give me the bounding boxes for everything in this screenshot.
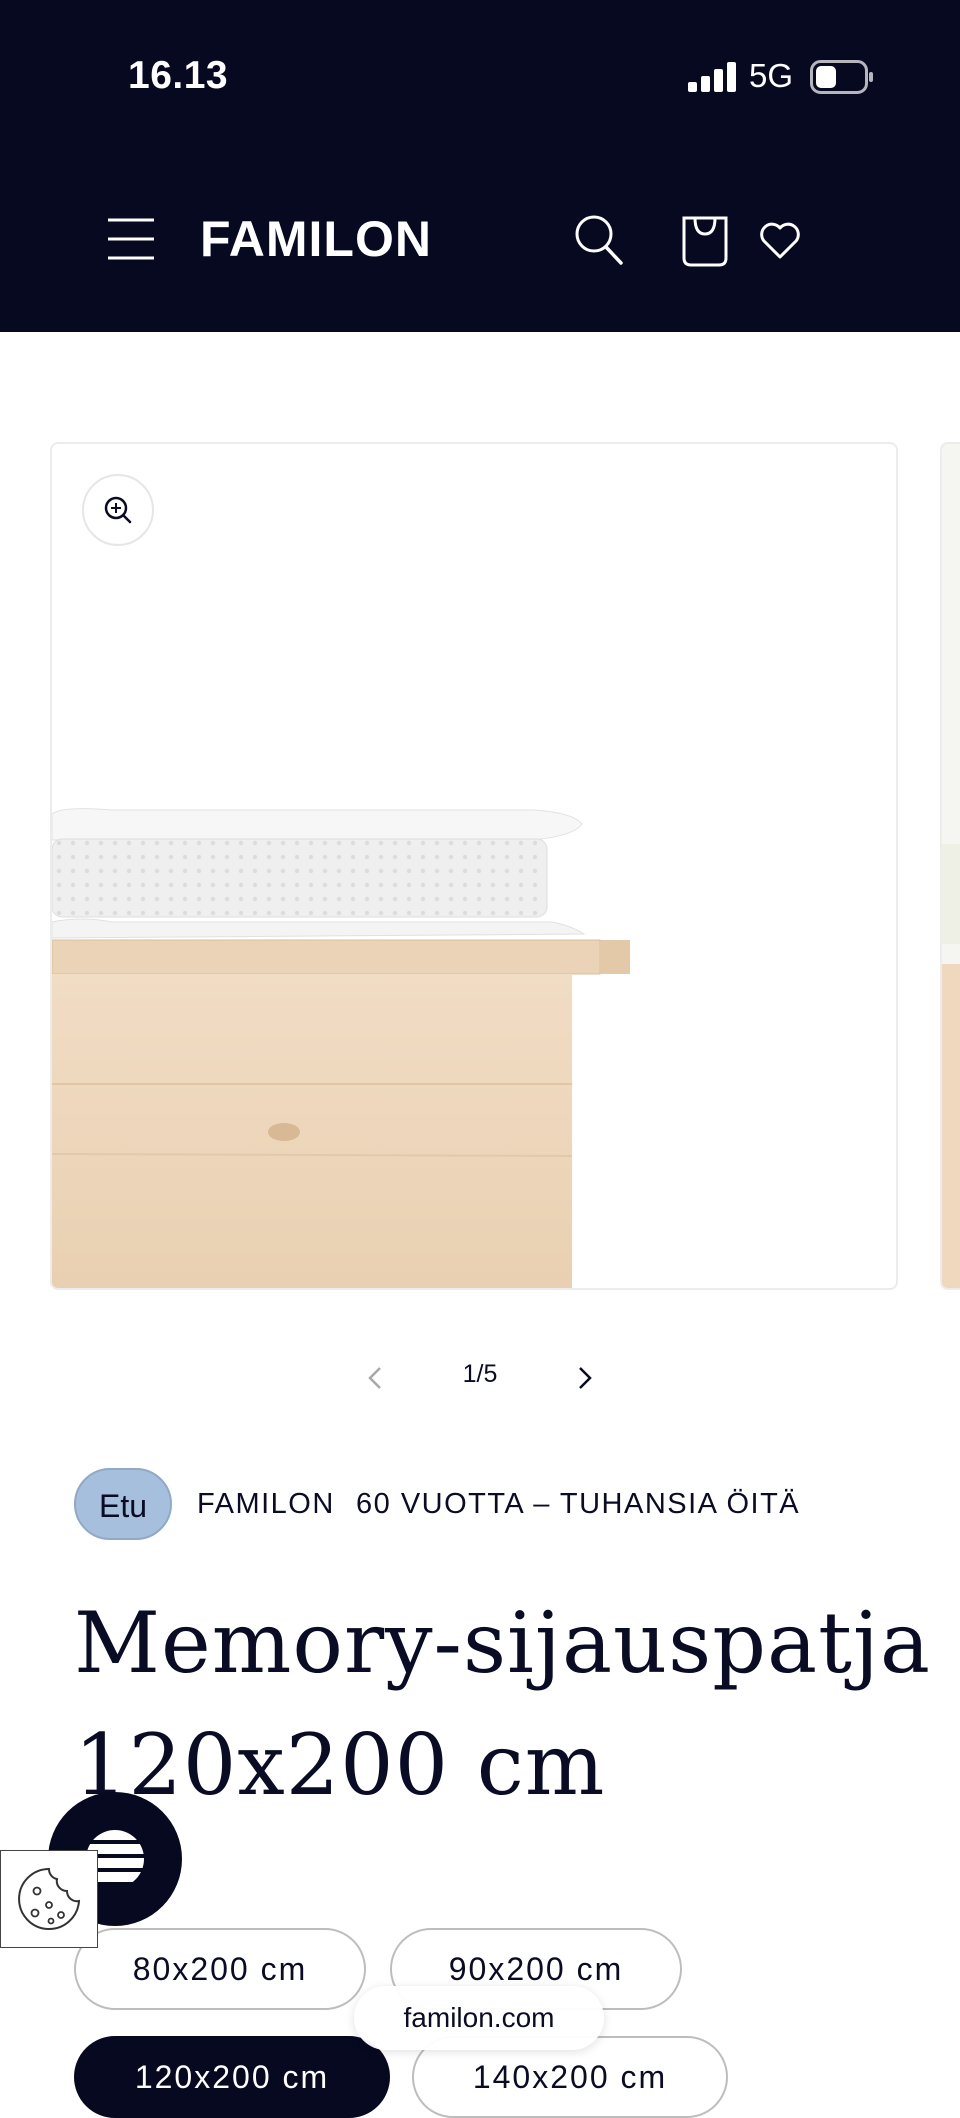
status-time: 16.13 [128,54,229,97]
product-title: Memory-sijauspatja 120x200 cm [74,1582,934,1826]
signal-icon [688,62,736,92]
site-logo[interactable]: FAMILON [200,210,432,268]
cookie-icon [18,1867,81,1930]
menu-icon[interactable] [106,216,156,262]
mattress-on-bed-image [52,808,630,1288]
heart-icon[interactable] [758,220,802,260]
product-title-line2: 120x200 cm [74,1716,606,1814]
product-title-line1: Memory-sijauspatja [74,1594,931,1692]
cookie-settings-button[interactable] [0,1850,98,1948]
search-icon[interactable] [574,214,624,266]
image-counter: 1/5 [462,1360,498,1388]
network-label: 5G [749,57,794,94]
browser-url-bar[interactable]: familon.com [354,1986,604,2050]
product-tagline: 60 VUOTTA – TUHANSIA ÖITÄ [356,1488,801,1520]
size-option-80x200[interactable]: 80x200 cm [74,1928,366,2010]
next-product-image[interactable] [940,442,960,1290]
site-header: 16.13 5G FAMILON [0,0,960,332]
size-option-120x200[interactable]: 120x200 cm [74,2036,390,2118]
cart-icon[interactable] [680,212,730,268]
chevron-right-icon[interactable] [566,1360,602,1396]
next-image-preview [942,844,960,1288]
product-vendor: FAMILON [197,1488,335,1520]
zoom-button[interactable] [82,474,154,546]
battery-icon [810,60,873,94]
position-badge: Etu [74,1468,172,1540]
chevron-left-icon[interactable] [358,1360,394,1396]
zoom-in-icon [104,496,132,524]
product-image[interactable] [50,442,898,1290]
